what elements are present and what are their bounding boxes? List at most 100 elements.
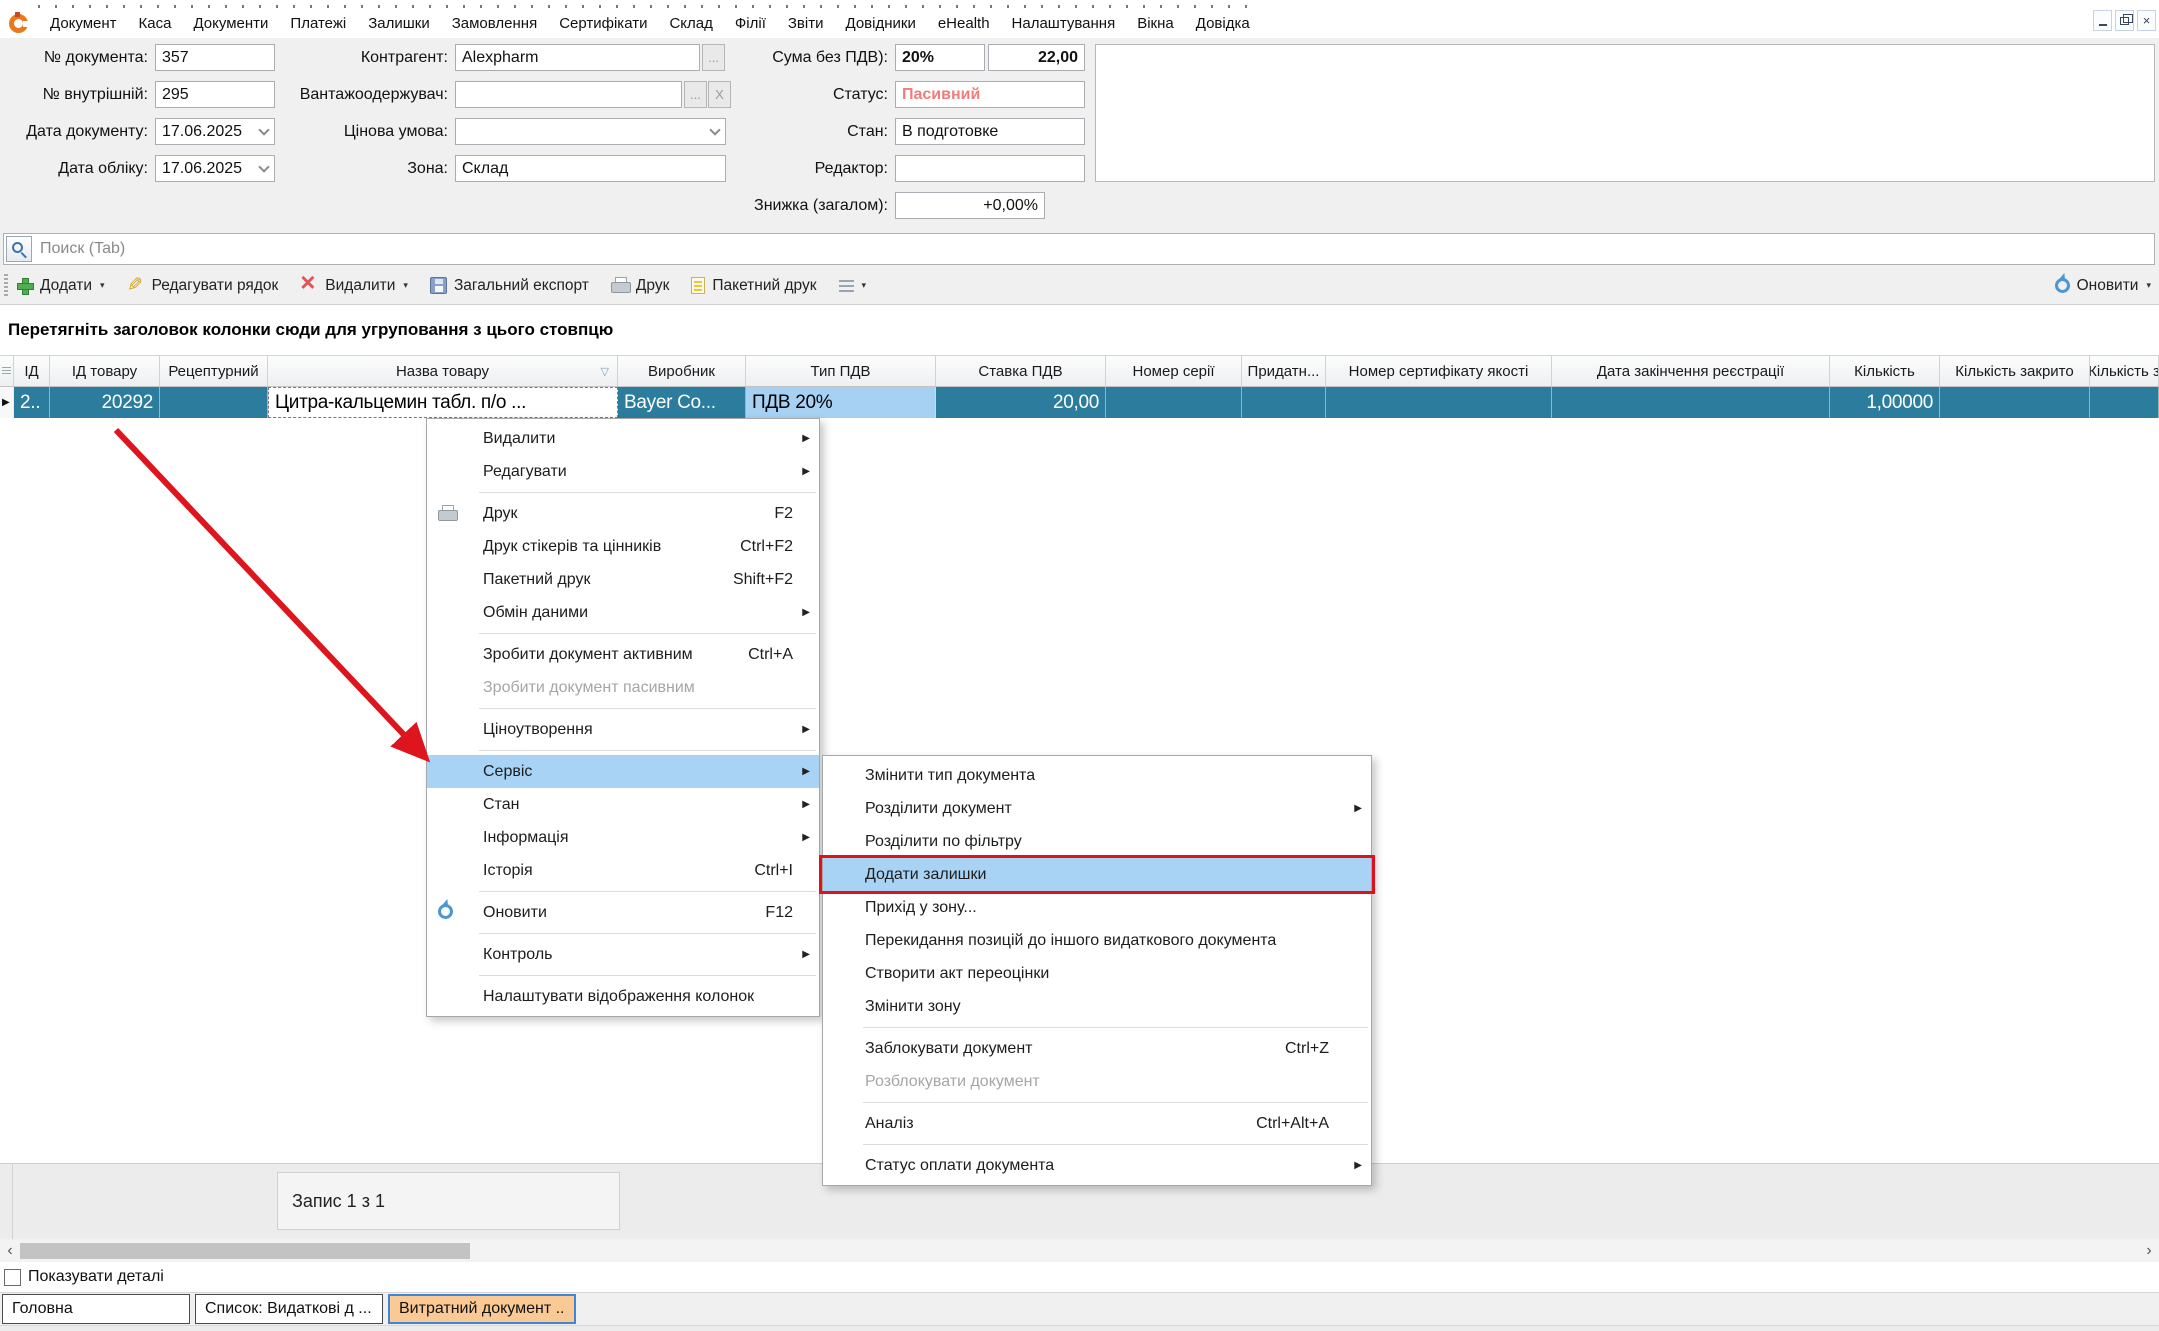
chevron-down-icon[interactable] — [258, 124, 269, 135]
menu-item-3[interactable]: Документи — [182, 15, 279, 32]
consignee-clear-button[interactable]: X — [708, 81, 731, 108]
column-header-4[interactable]: Назва товару▽ — [268, 356, 618, 386]
column-header-13[interactable]: Кількість закрито — [1940, 356, 2090, 386]
menu-item-11[interactable]: Довідники — [835, 15, 927, 32]
menu-item-6[interactable]: Замовлення — [441, 15, 548, 32]
menu-item-9[interactable]: Філії — [724, 15, 777, 32]
column-header-6[interactable]: Тип ПДВ — [746, 356, 936, 386]
menu-item-4[interactable]: Прихід у зону... — [823, 891, 1371, 924]
menu-item-5[interactable]: Перекидання позицій до іншого видатковог… — [823, 924, 1371, 957]
column-header-indicator[interactable] — [0, 356, 14, 386]
row-cell-11[interactable] — [1552, 387, 1830, 418]
menu-item-1[interactable]: Редагувати▶ — [427, 455, 819, 488]
column-header-11[interactable]: Дата закінчення реєстрації — [1552, 356, 1830, 386]
column-header-2[interactable]: ІД товару — [50, 356, 160, 386]
vat-percent-field[interactable]: 20% — [895, 44, 985, 71]
sum-field[interactable]: 22,00 — [988, 44, 1085, 71]
add-button[interactable]: Додати▾ — [16, 277, 105, 295]
menu-item-14[interactable]: Статус оплати документа▶ — [823, 1149, 1371, 1182]
menu-item-2[interactable]: Каса — [128, 15, 183, 32]
refresh-button[interactable]: Оновити ▾ — [2055, 277, 2151, 295]
menu-item-0[interactable]: Видалити▶ — [427, 422, 819, 455]
menu-item-20[interactable]: Контроль▶ — [427, 938, 819, 971]
menu-item-6[interactable]: Обмін даними▶ — [427, 596, 819, 629]
row-cell-10[interactable] — [1326, 387, 1552, 418]
menu-item-12[interactable]: АналізCtrl+Alt+A — [823, 1107, 1371, 1140]
tab-1[interactable]: Список: Видаткові д ... — [195, 1294, 383, 1324]
menu-item-3[interactable]: ДрукF2 — [427, 497, 819, 530]
restore-button[interactable] — [2115, 10, 2134, 31]
delete-button[interactable]: Видалити▾ — [300, 277, 408, 295]
internal-number-input[interactable]: 295 — [155, 81, 275, 108]
menu-item-8[interactable]: Склад — [658, 15, 723, 32]
horizontal-scrollbar[interactable]: ‹ › — [0, 1240, 2159, 1262]
menu-item-0[interactable]: Змінити тип документа — [823, 759, 1371, 792]
column-header-3[interactable]: Рецептурний — [160, 356, 268, 386]
menu-item-5[interactable]: Пакетний друкShift+F2 — [427, 563, 819, 596]
column-header-14[interactable]: Кількість з — [2090, 356, 2159, 386]
price-condition-select[interactable] — [455, 118, 726, 145]
menu-item-7[interactable]: Змінити зону — [823, 990, 1371, 1023]
tab-0[interactable]: Головна — [2, 1294, 190, 1324]
menu-item-3[interactable]: Додати залишки — [823, 858, 1371, 891]
menu-item-15[interactable]: Довідка — [1185, 15, 1261, 32]
column-header-10[interactable]: Номер сертифікату якості — [1326, 356, 1552, 386]
edit-row-button[interactable]: Редагувати рядок — [127, 277, 279, 295]
row-cell-2[interactable]: 20292 — [50, 387, 160, 418]
column-header-12[interactable]: Кількість — [1830, 356, 1940, 386]
row-cell-4[interactable]: Цитра-кальцемин табл. п/о ... — [268, 387, 618, 418]
menu-item-9[interactable]: Заблокувати документCtrl+Z — [823, 1032, 1371, 1065]
menu-item-13[interactable]: Сервіс▶ — [427, 755, 819, 788]
row-cell-7[interactable]: 20,00 — [936, 387, 1106, 418]
column-header-5[interactable]: Виробник — [618, 356, 746, 386]
menu-item-1[interactable]: Розділити документ▶ — [823, 792, 1371, 825]
column-header-8[interactable]: Номер серії — [1106, 356, 1242, 386]
menu-item-14[interactable]: Вікна — [1126, 15, 1185, 32]
row-cell-13[interactable] — [1940, 387, 2090, 418]
tab-2[interactable]: Витратний документ .. — [388, 1294, 576, 1324]
menu-item-12[interactable]: eHealth — [927, 15, 1001, 32]
menu-item-15[interactable]: Інформація▶ — [427, 821, 819, 854]
column-header-7[interactable]: Ставка ПДВ — [936, 356, 1106, 386]
chevron-down-icon[interactable] — [258, 161, 269, 172]
search-button[interactable] — [6, 236, 32, 262]
row-cell-5[interactable]: Bayer Co... — [618, 387, 746, 418]
menu-item-4[interactable]: Друк стікерів та цінниківCtrl+F2 — [427, 530, 819, 563]
grid-row[interactable]: 2..20292 Цитра-кальцемин табл. п/о ...Bay… — [0, 387, 2159, 418]
batch-print-button[interactable]: Пакетний друк — [691, 277, 816, 295]
consignee-input[interactable] — [455, 81, 682, 108]
menu-item-7[interactable]: Сертифікати — [548, 15, 658, 32]
zone-input[interactable]: Склад — [455, 155, 726, 182]
group-by-panel[interactable]: Перетягніть заголовок колонки сюди для у… — [0, 305, 2159, 355]
minimize-button[interactable] — [2093, 10, 2112, 31]
row-cell-3[interactable] — [160, 387, 268, 418]
doc-date-input[interactable]: 17.06.2025 — [155, 118, 275, 145]
scrollbar-thumb[interactable] — [20, 1243, 470, 1259]
scroll-right-icon[interactable]: › — [2141, 1240, 2157, 1262]
contractor-input[interactable]: Alexpharm — [455, 44, 700, 71]
export-button[interactable]: Загальний експорт — [430, 277, 589, 295]
menu-item-18[interactable]: ОновитиF12 — [427, 896, 819, 929]
menu-item-4[interactable]: Платежі — [279, 15, 357, 32]
menu-item-2[interactable]: Розділити по фільтру — [823, 825, 1371, 858]
row-cell-9[interactable] — [1242, 387, 1326, 418]
menu-item-6[interactable]: Створити акт переоцінки — [823, 957, 1371, 990]
comment-box[interactable] — [1095, 44, 2155, 182]
row-indicator[interactable] — [0, 387, 14, 418]
menu-item-5[interactable]: Залишки — [357, 15, 441, 32]
consignee-browse-button[interactable]: ... — [684, 81, 707, 108]
row-cell-12[interactable]: 1,00000 — [1830, 387, 1940, 418]
column-header-9[interactable]: Придатн... — [1242, 356, 1326, 386]
menu-item-22[interactable]: Налаштувати відображення колонок — [427, 980, 819, 1013]
menu-item-13[interactable]: Налаштування — [1001, 15, 1127, 32]
menu-item-14[interactable]: Стан▶ — [427, 788, 819, 821]
account-date-input[interactable]: 17.06.2025 — [155, 155, 275, 182]
menu-item-1[interactable]: Документ — [39, 15, 128, 32]
scroll-left-icon[interactable]: ‹ — [2, 1240, 18, 1262]
search-bar[interactable]: Поиск (Tab) — [3, 233, 2155, 265]
print-button[interactable]: Друк — [611, 277, 669, 295]
menu-item-16[interactable]: ІсторіяCtrl+I — [427, 854, 819, 887]
toolbar-grip[interactable] — [4, 274, 8, 297]
row-cell-1[interactable]: 2.. — [14, 387, 50, 418]
chevron-down-icon[interactable] — [709, 124, 720, 135]
